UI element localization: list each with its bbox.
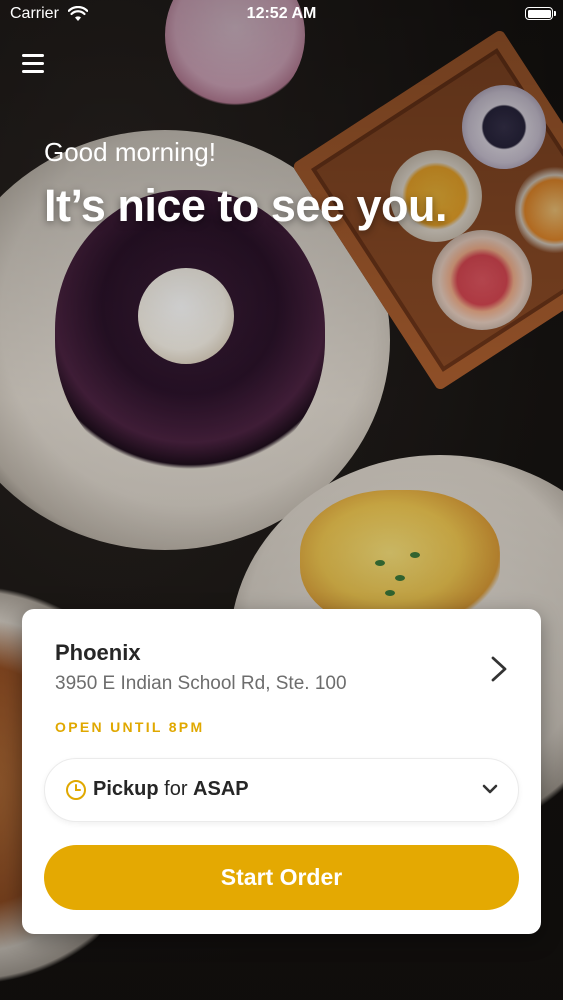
status-bar: Carrier 12:52 AM (0, 0, 563, 30)
hamburger-menu-icon[interactable] (22, 52, 44, 74)
chevron-down-icon[interactable] (482, 783, 498, 795)
headline-text: It’s nice to see you. (44, 180, 447, 231)
hours-label: OPEN UNTIL 8PM (55, 719, 205, 735)
location-selector[interactable]: Phoenix 3950 E Indian School Rd, Ste. 10… (22, 609, 541, 719)
order-mode-dropdown[interactable]: Pickup for ASAP (44, 758, 519, 822)
clock-icon (66, 780, 86, 800)
order-mode-value: Pickup (93, 778, 159, 800)
greeting-text: Good morning! (44, 137, 216, 167)
chevron-right-icon[interactable] (490, 655, 508, 683)
order-mode-text: Pickup for ASAP (93, 778, 249, 801)
order-mode-connector: for (164, 778, 188, 800)
order-time-value: ASAP (193, 778, 249, 800)
location-address: 3950 E Indian School Rd, Ste. 100 (55, 673, 347, 694)
location-name: Phoenix (55, 640, 141, 665)
battery-icon (525, 7, 556, 20)
start-order-button[interactable]: Start Order (44, 845, 519, 910)
clock-time: 12:52 AM (246, 5, 317, 22)
location-card: Phoenix 3950 E Indian School Rd, Ste. 10… (22, 609, 541, 934)
